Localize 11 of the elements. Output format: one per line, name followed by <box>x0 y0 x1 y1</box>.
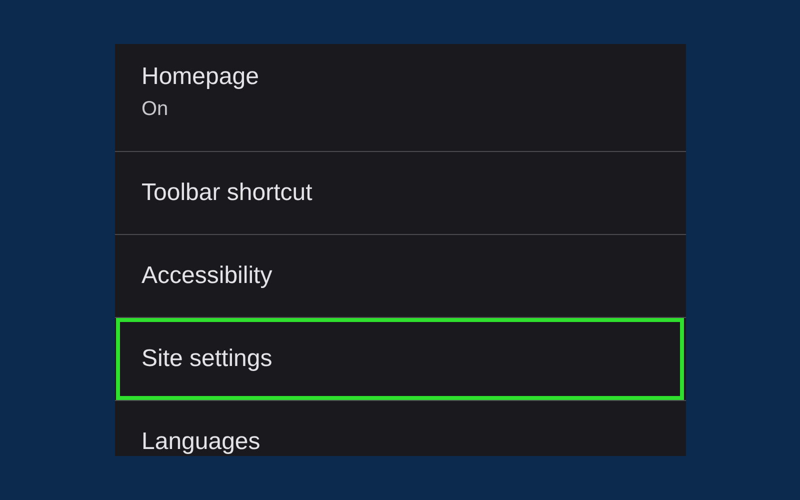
item-title: Homepage <box>142 62 260 92</box>
highlight-frame[interactable]: Site settings <box>116 318 684 400</box>
settings-item[interactable]: Languages <box>116 401 684 456</box>
settings-item[interactable]: Accessibility <box>116 235 684 317</box>
item-title: Accessibility <box>142 261 274 291</box>
item-title: Site settings <box>142 344 274 374</box>
settings-item[interactable]: Homepage On <box>116 44 684 151</box>
item-title: Toolbar shortcut <box>142 178 314 208</box>
settings-item[interactable]: Toolbar shortcut <box>116 152 684 234</box>
item-title: Languages <box>142 427 262 456</box>
item-summary: On <box>142 96 170 122</box>
